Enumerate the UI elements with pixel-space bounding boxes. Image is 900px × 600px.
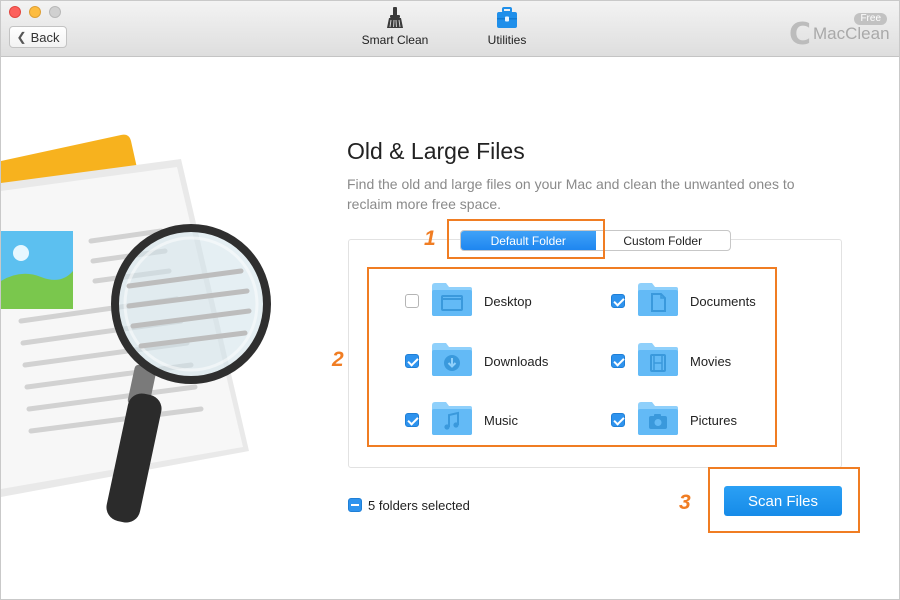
callout-box-step-3 <box>708 467 860 533</box>
titlebar: ❮ Back Smart Clean Utilities C MacClean … <box>1 1 899 57</box>
toolbar-utilities[interactable]: Utilities <box>462 7 552 47</box>
brand-logo-letter: C <box>789 17 812 52</box>
broom-icon <box>387 7 403 28</box>
zoom-window-button[interactable] <box>49 6 61 18</box>
folders-selected-count: 5 folders selected <box>368 498 470 513</box>
tab-custom-folder[interactable]: Custom Folder <box>596 231 731 250</box>
page-title: Old & Large Files <box>347 138 525 164</box>
callout-box-step-1 <box>447 219 605 259</box>
toolbar-smart-clean[interactable]: Smart Clean <box>350 7 440 47</box>
toolbar-smart-clean-label: Smart Clean <box>361 33 429 47</box>
select-all-checkbox[interactable] <box>348 498 362 512</box>
callout-number-1: 1 <box>424 227 436 250</box>
brand-logo: C MacClean Free <box>789 13 890 52</box>
close-window-button[interactable] <box>9 6 21 18</box>
callout-box-step-2 <box>367 267 777 447</box>
back-button-label: Back <box>30 29 60 45</box>
toolbox-icon <box>497 7 517 28</box>
app-window: ❮ Back Smart Clean Utilities C MacClean … <box>0 0 900 600</box>
free-badge: Free <box>854 13 887 25</box>
brand-name: MacClean <box>813 24 890 43</box>
documents-magnifier-illustration <box>1 134 271 523</box>
page-subtitle: Find the old and large files on your Mac… <box>347 176 795 212</box>
toolbar-utilities-label: Utilities <box>487 33 527 47</box>
minimize-window-button[interactable] <box>29 6 41 18</box>
callout-number-2: 2 <box>332 348 344 371</box>
back-button[interactable]: ❮ Back <box>9 26 67 48</box>
callout-number-3: 3 <box>679 491 691 514</box>
chevron-left-icon: ❮ <box>16 30 27 44</box>
